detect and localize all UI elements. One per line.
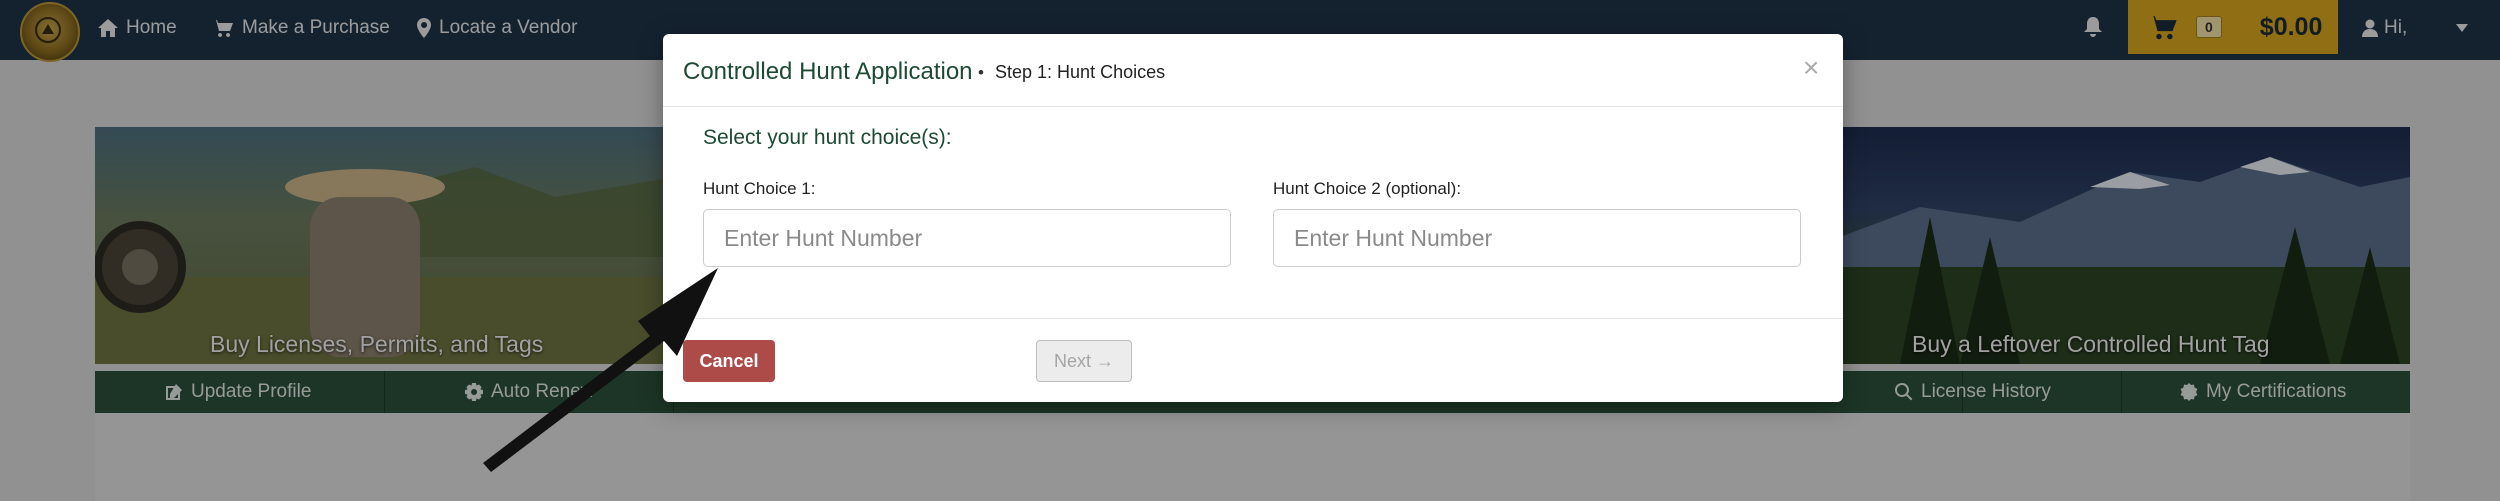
pointer-arrow-annotation — [483, 268, 718, 472]
